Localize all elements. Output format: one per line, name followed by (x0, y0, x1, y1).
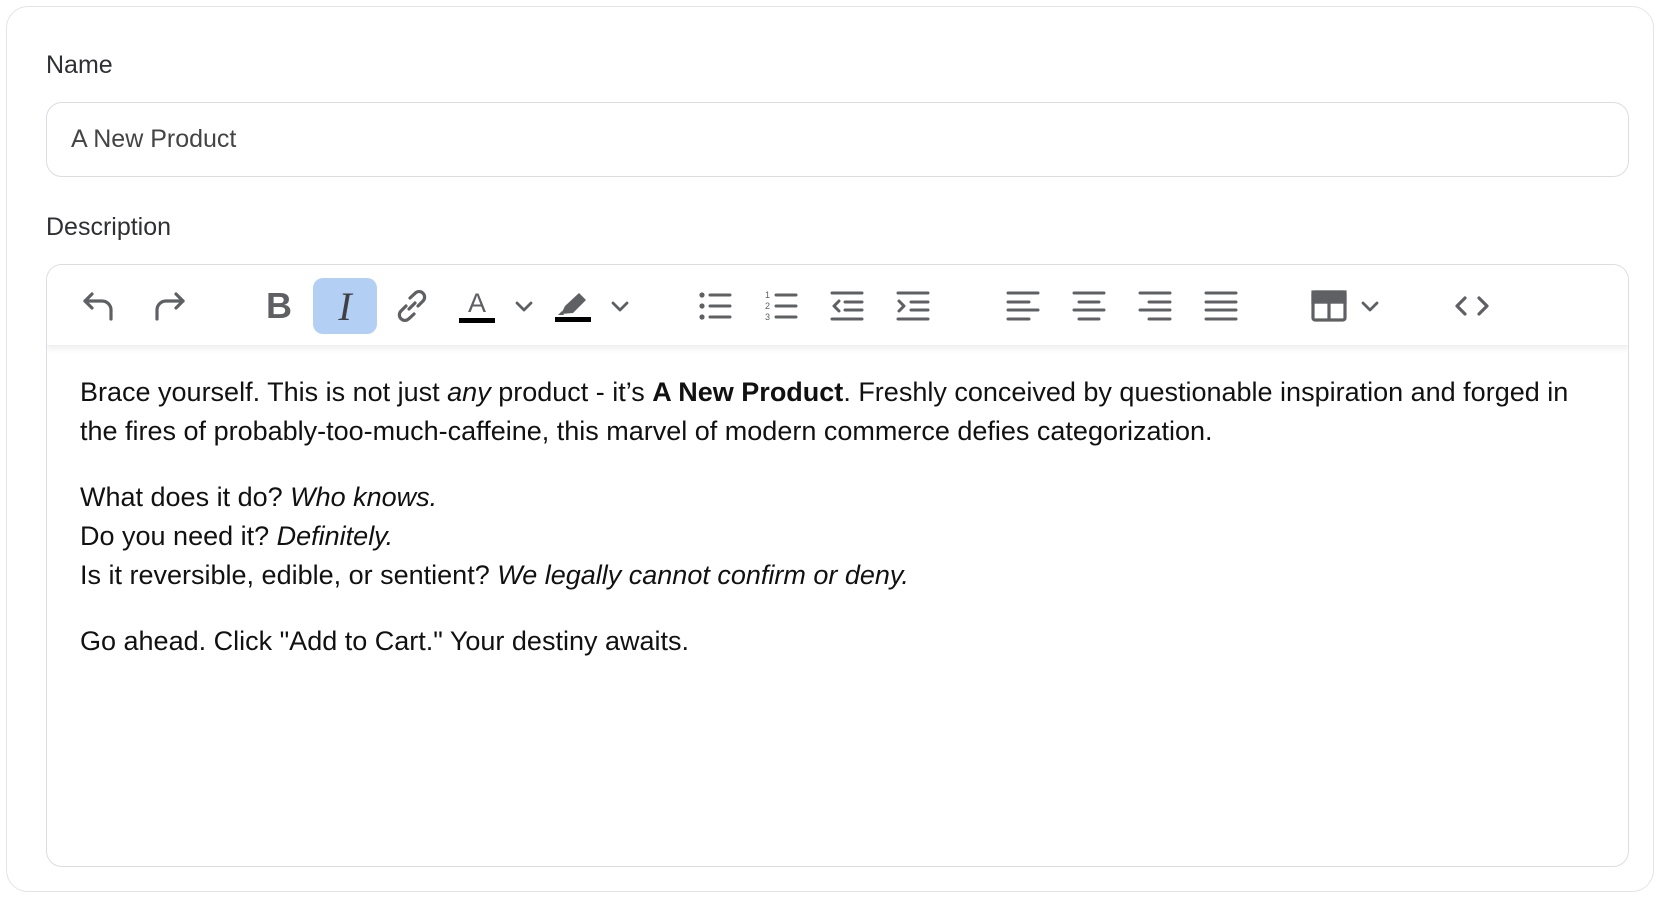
redo-button[interactable] (147, 278, 191, 334)
description-label: Description (46, 213, 172, 241)
paragraph: What does it do? Who knows. Do you need i… (80, 478, 1598, 595)
bold-text: A New Product (652, 377, 844, 407)
chevron-down-icon (611, 301, 629, 312)
undo-icon (83, 292, 113, 321)
description-editor: B I A 1 2 3 Brace yourself. This is not … (46, 264, 1629, 867)
redo-icon (155, 292, 185, 321)
align-justify-icon (1204, 291, 1238, 321)
source-code-button[interactable] (1447, 278, 1497, 334)
product-form-card: Name Description B (6, 6, 1654, 892)
text-color-icon: A (467, 287, 486, 318)
text-run: product - it’s (490, 377, 653, 407)
text-color-swatch (459, 317, 495, 323)
table-button[interactable] (1307, 278, 1351, 334)
numbered-list-icon: 1 2 3 (765, 290, 798, 322)
paragraph: Brace yourself. This is not just any pro… (80, 373, 1598, 451)
editor-content[interactable]: Brace yourself. This is not just any pro… (80, 373, 1598, 688)
align-center-button[interactable] (1067, 278, 1111, 334)
highlight-dropdown[interactable] (605, 278, 635, 334)
align-center-icon (1072, 291, 1106, 321)
name-input[interactable] (46, 102, 1629, 177)
align-justify-button[interactable] (1199, 278, 1243, 334)
numbered-list-digit: 3 (765, 312, 770, 322)
align-right-button[interactable] (1133, 278, 1177, 334)
chevron-down-icon (1361, 301, 1379, 312)
highlight-button[interactable] (551, 278, 595, 334)
text-run: What does it do? (80, 482, 291, 512)
table-dropdown[interactable] (1355, 278, 1385, 334)
italic-text: We legally cannot confirm or deny. (497, 560, 909, 590)
align-right-icon (1138, 291, 1172, 321)
italic-button[interactable]: I (313, 278, 377, 334)
align-left-icon (1006, 291, 1040, 321)
text-run: Is it reversible, edible, or sentient? (80, 560, 498, 590)
italic-text: Definitely. (276, 521, 394, 551)
numbered-list-digit: 2 (765, 301, 770, 311)
italic-text: any (447, 377, 491, 407)
text-run: Brace yourself. This is not just (80, 377, 448, 407)
link-icon (397, 290, 427, 322)
bullet-list-button[interactable] (693, 278, 737, 334)
paragraph: Go ahead. Click "Add to Cart." Your dest… (80, 626, 689, 656)
italic-text: Who knows. (290, 482, 438, 512)
outdent-icon (830, 291, 864, 321)
bold-button[interactable]: B (253, 278, 305, 334)
indent-button[interactable] (891, 278, 935, 334)
bullet-list-icon (699, 292, 732, 320)
indent-icon (896, 291, 930, 321)
text-color-button[interactable]: A (455, 278, 499, 334)
name-label: Name (46, 51, 113, 79)
editor-toolbar: B I A 1 2 3 (47, 265, 1628, 346)
italic-icon: I (338, 283, 352, 329)
highlight-color-swatch (555, 317, 591, 322)
link-button[interactable] (387, 278, 437, 334)
numbered-list-digit: 1 (765, 290, 770, 300)
align-left-button[interactable] (1001, 278, 1045, 334)
outdent-button[interactable] (825, 278, 869, 334)
table-icon (1311, 290, 1347, 322)
highlighter-icon (558, 293, 586, 315)
bold-icon: B (266, 285, 292, 326)
text-color-dropdown[interactable] (509, 278, 539, 334)
numbered-list-button[interactable]: 1 2 3 (759, 278, 803, 334)
chevron-down-icon (515, 301, 533, 312)
code-icon (1455, 296, 1489, 316)
text-run: Do you need it? (80, 521, 277, 551)
undo-button[interactable] (77, 278, 121, 334)
